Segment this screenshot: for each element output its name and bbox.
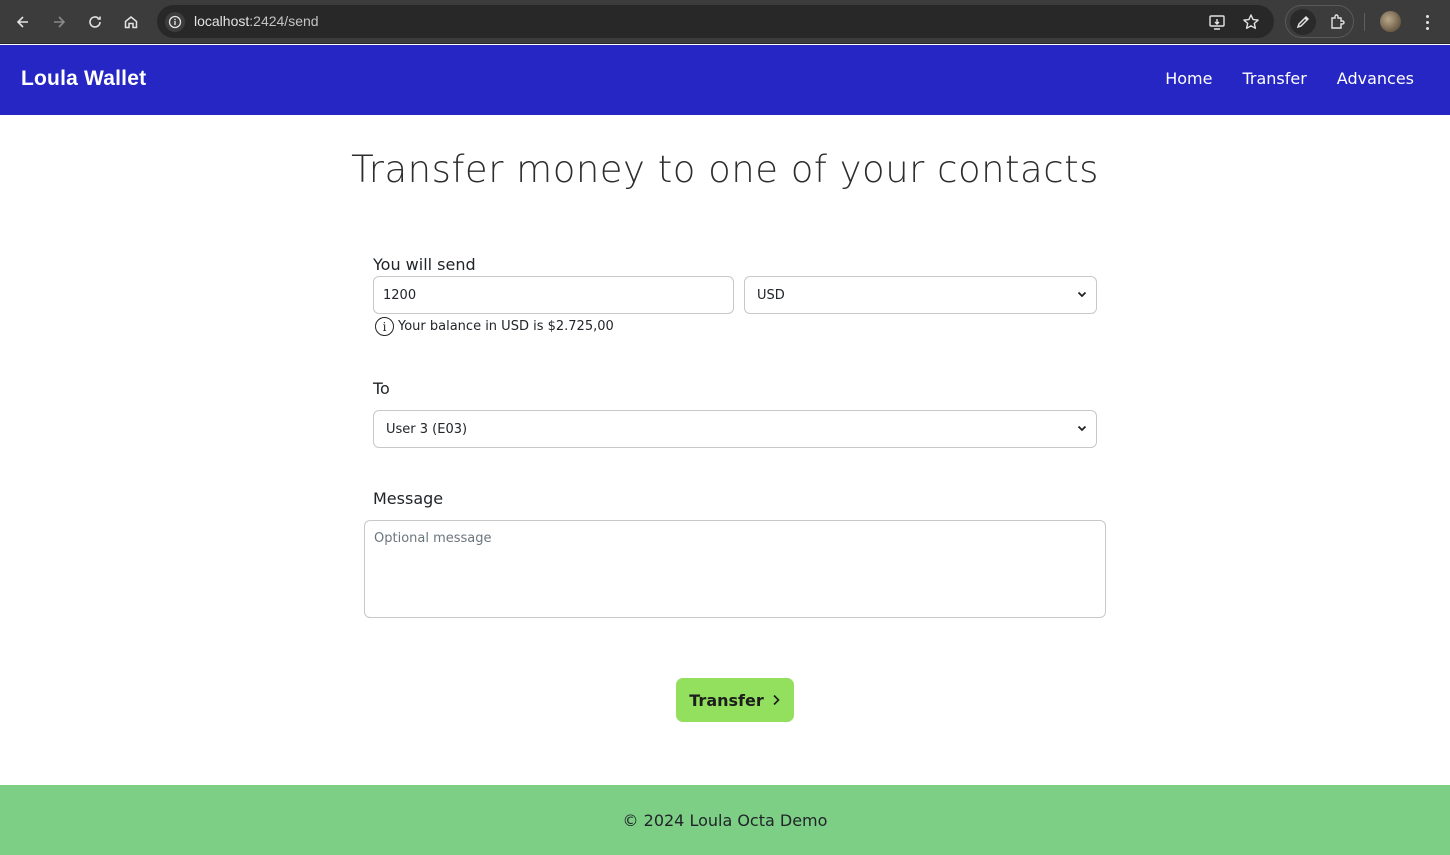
reload-icon[interactable] bbox=[81, 8, 109, 36]
browser-menu-icon[interactable] bbox=[1417, 10, 1437, 34]
balance-text: Your balance in USD is $2.725,00 bbox=[398, 319, 614, 334]
message-textarea[interactable]: Optional message bbox=[364, 520, 1106, 618]
to-label: To bbox=[373, 379, 390, 398]
site-info-icon[interactable] bbox=[165, 12, 185, 32]
url-path: :2424/send bbox=[249, 13, 319, 29]
home-icon[interactable] bbox=[117, 8, 145, 36]
message-placeholder: Optional message bbox=[374, 531, 492, 546]
main-nav: Home Transfer Advances bbox=[1165, 69, 1414, 88]
pen-extension-icon[interactable] bbox=[1290, 9, 1316, 35]
chevron-down-icon bbox=[1077, 425, 1087, 432]
extensions-puzzle-icon[interactable] bbox=[1327, 11, 1349, 33]
currency-select[interactable]: USD bbox=[744, 276, 1097, 314]
brand-logo[interactable]: Loula Wallet bbox=[21, 67, 146, 91]
address-bar[interactable]: localhost:2424/send bbox=[157, 5, 1274, 38]
chevron-down-icon bbox=[1077, 291, 1087, 298]
nav-home-link[interactable]: Home bbox=[1165, 69, 1212, 88]
recipient-select[interactable]: User 3 (E03) bbox=[373, 410, 1097, 448]
forward-icon[interactable] bbox=[45, 8, 73, 36]
currency-value: USD bbox=[757, 288, 785, 303]
back-icon[interactable] bbox=[9, 8, 37, 36]
amount-value: 1200 bbox=[383, 288, 417, 303]
url-text[interactable]: localhost:2424/send bbox=[194, 13, 319, 29]
bookmark-star-icon[interactable] bbox=[1241, 12, 1261, 32]
nav-transfer-link[interactable]: Transfer bbox=[1242, 69, 1306, 88]
app-header: Loula Wallet Home Transfer Advances bbox=[0, 45, 1450, 115]
amount-input[interactable]: 1200 bbox=[373, 276, 734, 314]
message-label: Message bbox=[373, 489, 444, 508]
install-app-icon[interactable] bbox=[1207, 12, 1227, 32]
browser-toolbar: localhost:2424/send bbox=[0, 0, 1450, 44]
send-label: You will send bbox=[373, 255, 476, 274]
chevron-right-icon bbox=[773, 694, 780, 706]
nav-advances-link[interactable]: Advances bbox=[1337, 69, 1414, 88]
toolbar-divider bbox=[1364, 13, 1365, 31]
transfer-button[interactable]: Transfer bbox=[676, 678, 794, 722]
recipient-value: User 3 (E03) bbox=[386, 422, 468, 437]
footer-text: © 2024 Loula Octa Demo bbox=[622, 810, 828, 830]
extensions-group bbox=[1285, 5, 1354, 38]
footer: © 2024 Loula Octa Demo bbox=[0, 785, 1450, 855]
info-icon: i bbox=[375, 317, 394, 336]
page-title: Transfer money to one of your contacts bbox=[351, 148, 1099, 191]
profile-avatar[interactable] bbox=[1380, 11, 1401, 32]
balance-hint: i Your balance in USD is $2.725,00 bbox=[375, 317, 614, 336]
url-host: localhost bbox=[194, 13, 250, 29]
transfer-button-label: Transfer bbox=[689, 690, 764, 710]
